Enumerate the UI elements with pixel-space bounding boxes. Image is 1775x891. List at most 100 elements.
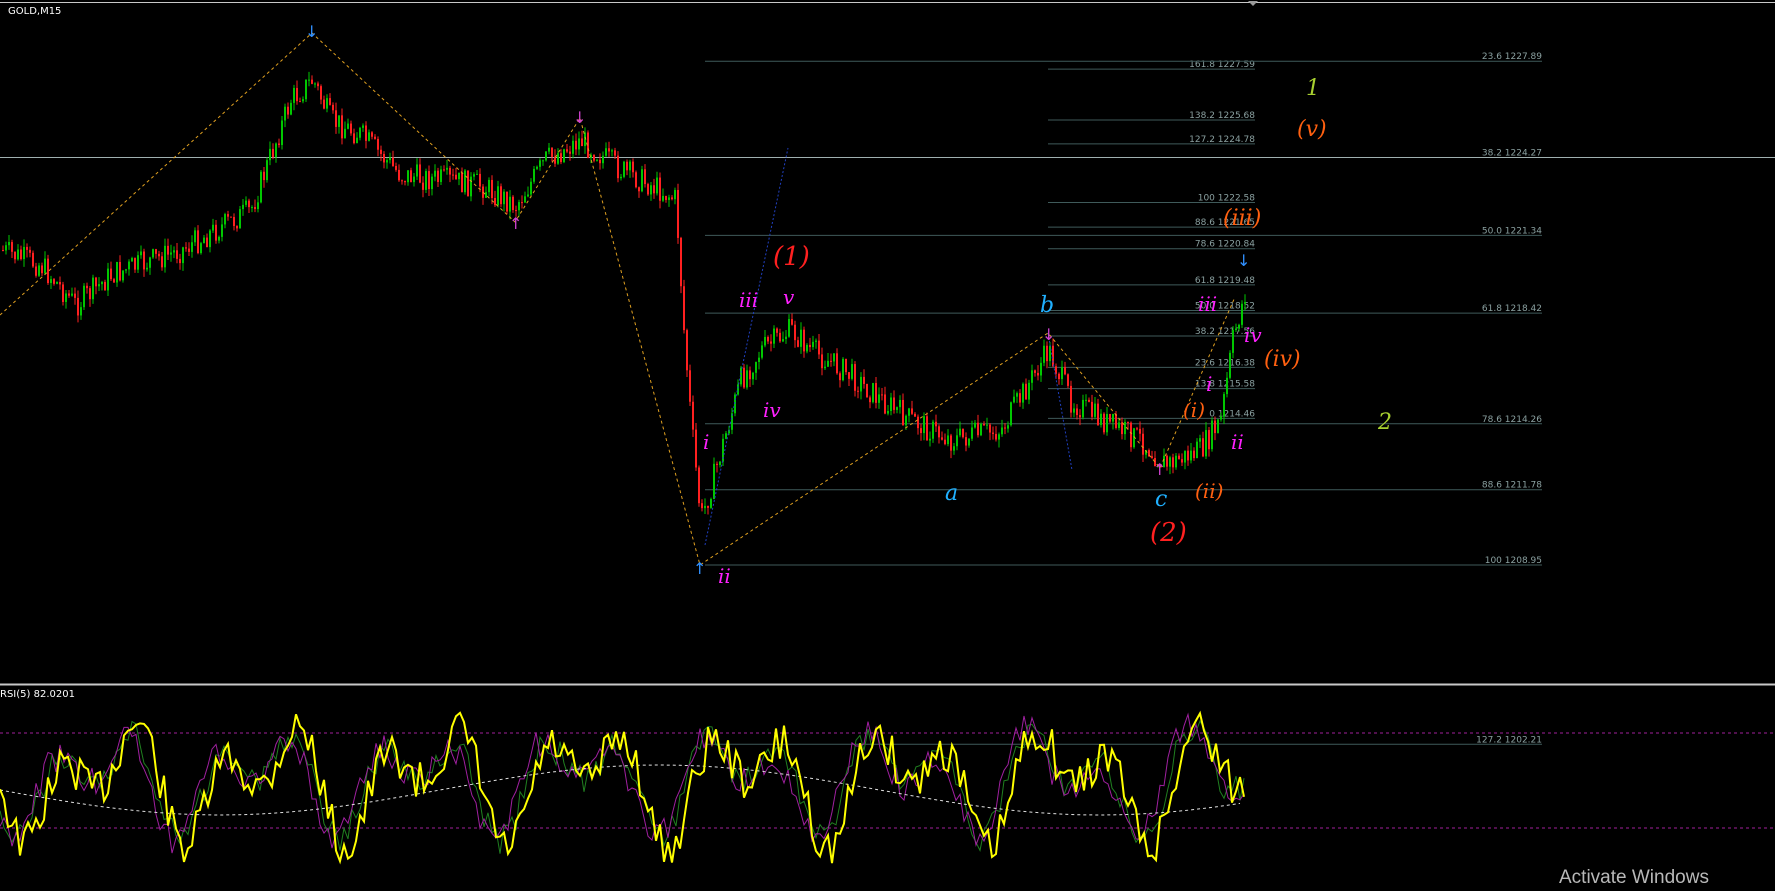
activate-windows-watermark: Activate Windows	[1559, 867, 1709, 888]
candle-body	[605, 148, 607, 156]
candle-body	[284, 106, 286, 121]
candle-body	[185, 247, 187, 249]
candle-body	[833, 353, 835, 362]
candle-body	[1136, 428, 1138, 430]
candle-body	[470, 176, 472, 197]
candle-body	[485, 192, 487, 198]
candle-body	[32, 252, 34, 267]
fractal-down-arrow: ↑	[1153, 460, 1166, 479]
candle-body	[1064, 366, 1066, 375]
candle-body	[785, 336, 787, 340]
candle-body	[758, 357, 760, 363]
candle-body	[608, 148, 610, 152]
candle-body	[251, 207, 253, 209]
candle-body	[1187, 450, 1189, 461]
wave-label: (1)	[773, 242, 810, 272]
candle-body	[1115, 413, 1117, 428]
candlesticks	[2, 71, 1246, 515]
candle-body	[47, 258, 49, 283]
candle-body	[131, 258, 133, 262]
candle-body	[764, 336, 766, 346]
candle-body	[404, 181, 406, 183]
fib-extension-label: 127.2 1224.78	[1189, 135, 1255, 145]
candle-body	[407, 170, 409, 183]
candle-body	[389, 157, 391, 161]
wave-label: b	[1040, 293, 1055, 318]
candle-body	[902, 399, 904, 426]
candle-body	[869, 397, 871, 403]
candle-body	[1010, 402, 1012, 426]
fractal-up-arrow: ↓	[305, 22, 318, 41]
candle-body	[362, 125, 364, 128]
price-chart[interactable]: 300 1238.80261.8 1235.70238.2 1233.79200…	[0, 0, 1775, 891]
candle-body	[788, 319, 790, 337]
fib-extension-label: 0 1214.46	[1209, 409, 1255, 419]
candle-body	[1199, 438, 1201, 442]
candle-body	[212, 224, 214, 231]
candle-body	[368, 132, 370, 141]
candle-body	[509, 196, 511, 212]
candle-body	[881, 394, 883, 396]
fib-extension-label: 13.8 1215.58	[1195, 380, 1255, 390]
candle-body	[56, 281, 58, 284]
candle-body	[650, 185, 652, 195]
candle-body	[926, 416, 928, 441]
fib-retracement-label: 88.6 1211.78	[1482, 481, 1542, 491]
candle-body	[596, 159, 598, 161]
chart-shift-marker[interactable]	[1248, 1, 1258, 6]
candle-body	[593, 154, 595, 161]
fib-retracement-label: 127.2 1202.21	[1476, 735, 1542, 745]
candle-body	[851, 364, 853, 379]
candle-body	[1028, 382, 1030, 400]
candle-body	[1193, 450, 1195, 459]
candle-body	[200, 243, 202, 254]
candle-body	[68, 293, 70, 296]
wave-label: (2)	[1150, 518, 1187, 548]
candle-body	[209, 230, 211, 248]
candle-body	[545, 151, 547, 161]
candle-body	[710, 499, 712, 508]
candle-body	[836, 353, 838, 374]
candle-body	[974, 422, 976, 428]
candle-body	[254, 207, 256, 210]
candle-body	[383, 153, 385, 163]
candle-body	[89, 288, 91, 300]
candle-body	[422, 182, 424, 190]
candle-body	[911, 408, 913, 414]
candle-body	[401, 180, 403, 182]
candle-body	[806, 344, 808, 352]
candle-body	[1241, 303, 1243, 325]
candle-body	[1226, 377, 1228, 395]
fib-retracement-label: 23.6 1227.89	[1482, 52, 1542, 62]
candle-body	[1151, 456, 1153, 458]
candle-body	[707, 505, 709, 508]
candle-body	[542, 160, 544, 162]
candle-body	[1220, 416, 1222, 420]
candle-body	[689, 370, 691, 402]
candle-body	[38, 265, 40, 276]
candle-body	[803, 329, 805, 352]
candle-body	[569, 151, 571, 154]
wave-label: iv	[1244, 323, 1262, 347]
candle-body	[746, 370, 748, 388]
candle-body	[818, 340, 820, 355]
candle-body	[29, 249, 31, 253]
candle-body	[653, 185, 655, 194]
fib-retracement-label: 50.0 1221.34	[1482, 226, 1542, 236]
candle-body	[1067, 374, 1069, 386]
candle-body	[338, 115, 340, 127]
candle-body	[566, 149, 568, 152]
candle-body	[491, 179, 493, 199]
candle-body	[1106, 413, 1108, 433]
candle-body	[305, 79, 307, 100]
fib-retracement-levels[interactable]: 0 1233.7313.8 1230.3123.6 1227.8938.2 12…	[705, 0, 1542, 745]
candle-body	[206, 237, 208, 248]
candle-body	[41, 265, 43, 274]
candle-body	[155, 249, 157, 254]
candle-body	[1139, 428, 1141, 434]
candle-body	[62, 284, 64, 302]
candle-body	[656, 177, 658, 194]
candle-body	[335, 110, 337, 127]
wave-label: ii	[718, 564, 731, 588]
candle-body	[215, 224, 217, 241]
